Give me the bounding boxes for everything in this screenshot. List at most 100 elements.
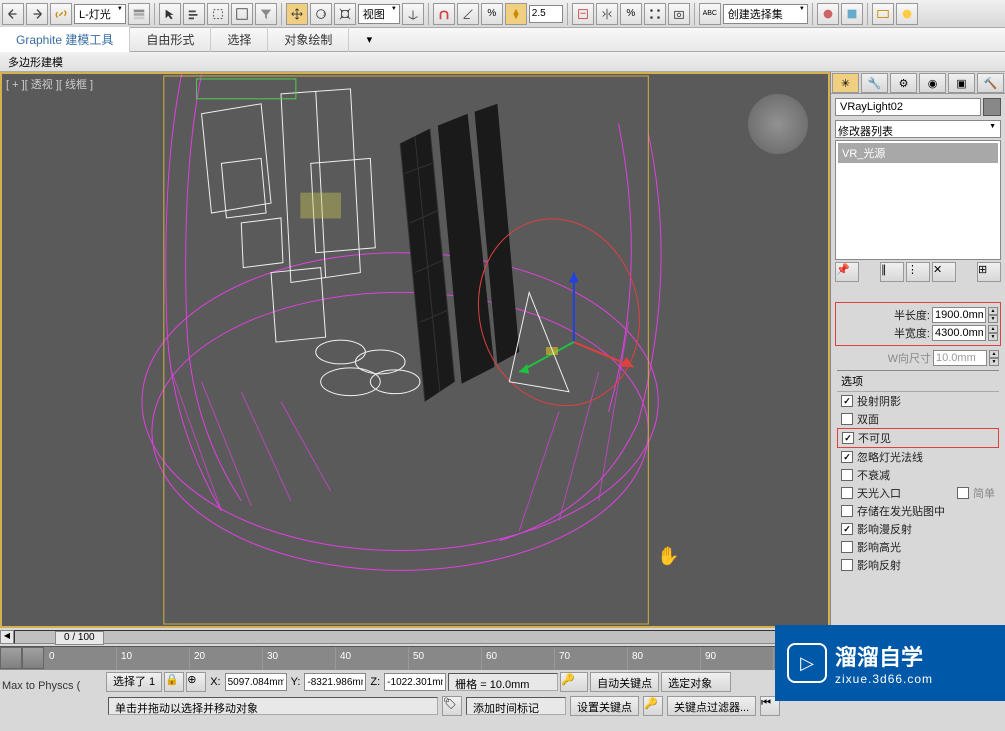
- tag-icon[interactable]: 🏷: [442, 696, 462, 716]
- axis-icon[interactable]: [402, 3, 424, 25]
- checkbox-icon[interactable]: [841, 469, 853, 481]
- ruler-toggle-icon[interactable]: [0, 647, 22, 669]
- checkbox-icon[interactable]: [841, 413, 853, 425]
- tab-modify-icon[interactable]: 🔧: [861, 73, 888, 93]
- window-select-icon[interactable]: [231, 3, 253, 25]
- render-icon[interactable]: [841, 3, 863, 25]
- w-size-spinner: ▲▼: [989, 350, 999, 366]
- half-length-spinner[interactable]: ▲▼: [988, 307, 998, 323]
- scale-icon[interactable]: [334, 3, 356, 25]
- coord-mode-icon[interactable]: ⊕: [186, 672, 206, 692]
- checkbox-icon[interactable]: [841, 395, 853, 407]
- align-icon[interactable]: %: [620, 3, 642, 25]
- add-time-tag[interactable]: 添加时间标记: [466, 697, 566, 715]
- key-filter-button[interactable]: 关键点过滤器...: [667, 696, 756, 716]
- render-setup-icon[interactable]: [872, 3, 894, 25]
- quick-render-icon[interactable]: [896, 3, 918, 25]
- tab-create-icon[interactable]: ✳: [832, 73, 859, 93]
- mirror-icon[interactable]: [596, 3, 618, 25]
- store-irrad-checkbox[interactable]: 存储在发光贴图中: [837, 502, 999, 520]
- named-sel-icon[interactable]: [572, 3, 594, 25]
- skylight-checkbox[interactable]: 天光入口 简单: [837, 484, 999, 502]
- select-icon[interactable]: [159, 3, 181, 25]
- checkbox-icon[interactable]: [841, 451, 853, 463]
- selection-set-dropdown[interactable]: 创建选择集: [723, 4, 808, 24]
- undo-icon[interactable]: [2, 3, 24, 25]
- ignore-normals-checkbox[interactable]: 忽略灯光法线: [837, 448, 999, 466]
- checkbox-icon[interactable]: [841, 505, 853, 517]
- percent-snap-icon[interactable]: %: [481, 3, 503, 25]
- pin-stack-icon[interactable]: 📌: [835, 262, 859, 282]
- configure-stack-icon[interactable]: ⊞: [977, 262, 1001, 282]
- stack-item-vrlight[interactable]: VR_光源: [838, 143, 998, 163]
- time-display[interactable]: 0 / 100: [55, 631, 104, 645]
- affect-specular-checkbox[interactable]: 影响高光: [837, 538, 999, 556]
- tab-hierarchy-icon[interactable]: ⚙: [890, 73, 917, 93]
- y-coord-input[interactable]: [304, 673, 366, 691]
- lock-icon[interactable]: 🔒: [164, 672, 184, 692]
- key-icon[interactable]: 🔑: [560, 672, 588, 692]
- view-dropdown[interactable]: 视图: [358, 4, 400, 24]
- time-slider[interactable]: ◀ 0 / 100 ▶: [0, 628, 830, 646]
- time-slider-track[interactable]: 0 / 100: [14, 630, 816, 644]
- auto-key-button[interactable]: 自动关键点: [590, 672, 659, 692]
- tab-display-icon[interactable]: ▣: [948, 73, 975, 93]
- rect-select-icon[interactable]: [207, 3, 229, 25]
- modifier-stack[interactable]: VR_光源: [835, 140, 1001, 260]
- checkbox-icon: [957, 487, 969, 499]
- ribbon-tab-freeform[interactable]: 自由形式: [130, 27, 211, 52]
- no-decay-checkbox[interactable]: 不衰减: [837, 466, 999, 484]
- key-filter-icon[interactable]: 🔑: [643, 696, 663, 716]
- link-icon[interactable]: [50, 3, 72, 25]
- x-coord-input[interactable]: [225, 673, 287, 691]
- ruler-toggle2-icon[interactable]: [22, 647, 44, 669]
- stack-config3-icon[interactable]: ✕: [932, 262, 956, 282]
- selected-obj-dropdown[interactable]: 选定对象: [661, 672, 731, 692]
- checkbox-icon[interactable]: [841, 541, 853, 553]
- half-length-label: 半长度:: [894, 307, 930, 323]
- spinner-snap-icon[interactable]: [505, 3, 527, 25]
- z-coord-input[interactable]: [384, 673, 446, 691]
- material-icon[interactable]: [817, 3, 839, 25]
- object-name-input[interactable]: VRayLight02: [835, 98, 981, 116]
- half-length-input[interactable]: [932, 307, 986, 323]
- ribbon-tab-select[interactable]: 选择: [211, 27, 268, 52]
- affect-diffuse-checkbox[interactable]: 影响漫反射: [837, 520, 999, 538]
- spinner-value-input[interactable]: [529, 5, 563, 23]
- snapshot-icon[interactable]: [668, 3, 690, 25]
- tab-utility-icon[interactable]: 🔨: [977, 73, 1004, 93]
- watermark-title: 溜溜自学: [835, 640, 933, 672]
- ribbon-tab-graphite[interactable]: Graphite 建模工具: [0, 27, 130, 52]
- modifier-list-dropdown[interactable]: 修改器列表: [835, 120, 1001, 138]
- cast-shadows-checkbox[interactable]: 投射阴影: [837, 392, 999, 410]
- invisible-checkbox[interactable]: 不可见: [837, 428, 999, 448]
- stack-config2-icon[interactable]: ⋮: [906, 262, 930, 282]
- rotate-icon[interactable]: [310, 3, 332, 25]
- layers-icon[interactable]: [128, 3, 150, 25]
- half-width-input[interactable]: [932, 325, 986, 341]
- double-sided-checkbox[interactable]: 双面: [837, 410, 999, 428]
- affect-reflect-checkbox[interactable]: 影响反射: [837, 556, 999, 574]
- prev-frame-icon[interactable]: ◀: [0, 630, 14, 644]
- set-key-button[interactable]: 设置关键点: [570, 696, 639, 716]
- select-name-icon[interactable]: [183, 3, 205, 25]
- checkbox-icon[interactable]: [841, 559, 853, 571]
- checkbox-icon[interactable]: [841, 523, 853, 535]
- filter-icon[interactable]: [255, 3, 277, 25]
- array-icon[interactable]: [644, 3, 666, 25]
- layer-dropdown[interactable]: L-灯光: [74, 4, 126, 24]
- ribbon-tab-paint[interactable]: 对象绘制: [268, 27, 349, 52]
- redo-icon[interactable]: [26, 3, 48, 25]
- move-icon[interactable]: [286, 3, 308, 25]
- angle-snap-icon[interactable]: [457, 3, 479, 25]
- half-width-spinner[interactable]: ▲▼: [988, 325, 998, 341]
- abc-icon[interactable]: ABC: [699, 3, 721, 25]
- tab-motion-icon[interactable]: ◉: [919, 73, 946, 93]
- viewport-perspective[interactable]: [ + ][ 透视 ][ 线框 ]: [0, 72, 830, 628]
- object-color-swatch[interactable]: [983, 98, 1001, 116]
- snap-icon[interactable]: [433, 3, 455, 25]
- checkbox-icon[interactable]: [841, 487, 853, 499]
- stack-config1-icon[interactable]: ∥: [880, 262, 904, 282]
- ribbon-subtab[interactable]: 多边形建模: [0, 52, 1005, 72]
- checkbox-icon[interactable]: [842, 432, 854, 444]
